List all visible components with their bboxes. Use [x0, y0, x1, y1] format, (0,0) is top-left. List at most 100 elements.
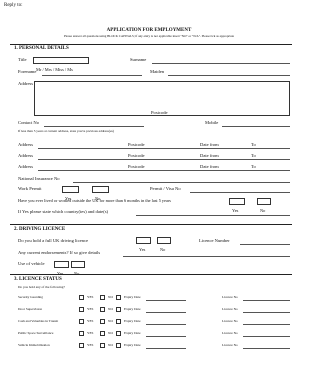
no-text: No	[160, 247, 166, 252]
mobile-field[interactable]	[222, 126, 290, 127]
section-divider	[10, 44, 292, 45]
licence-status-intro: Do you hold any of the following?	[18, 285, 65, 289]
national-insurance-field[interactable]	[73, 182, 290, 183]
national-insurance-label: National Insurance No	[18, 176, 60, 181]
mobile-label: Mobile	[205, 120, 219, 125]
expiry-date-label: Expiry Date	[124, 295, 141, 299]
licence-item-name: Public Space Surveillance	[18, 331, 54, 335]
licence-no-label: Licence No	[222, 295, 238, 299]
licence-no-checkbox[interactable]	[100, 319, 105, 324]
licence-yes-checkbox[interactable]	[79, 295, 84, 300]
no-label: NO	[108, 319, 113, 323]
contact-no-field[interactable]	[44, 126, 144, 127]
licence-extra-checkbox[interactable]	[116, 343, 121, 348]
licence-yes-checkbox[interactable]	[79, 331, 84, 336]
prev-postcode-label: Postcode	[128, 153, 145, 159]
application-form-page: { "header": { "reply_to": "Reply to:", "…	[0, 0, 298, 386]
surname-field[interactable]	[152, 63, 290, 64]
expiry-date-field[interactable]	[146, 348, 186, 349]
yes-text: Yes	[139, 247, 146, 252]
licence-item-name: Security Guarding	[18, 295, 43, 299]
licence-number-field[interactable]	[240, 244, 290, 245]
use-of-vehicle-yes-option[interactable]: Yes	[54, 261, 69, 276]
licence-extra-checkbox[interactable]	[116, 331, 121, 336]
lived-abroad-no-option[interactable]: No	[257, 198, 271, 213]
no-text: No	[260, 208, 266, 213]
work-permit-no-option[interactable]: No	[92, 186, 109, 201]
prev-postcode-label: Postcode	[128, 164, 145, 170]
yes-label: YES	[87, 331, 94, 335]
licence-no-field[interactable]	[243, 300, 290, 301]
prev-date-from-label: Date from	[200, 164, 219, 170]
work-permit-yes-option[interactable]: Yes	[62, 186, 79, 201]
prev-address-label: Address	[18, 164, 34, 169]
previous-address-note: If less than 5 years at current address,…	[18, 129, 114, 133]
licence-no-label: Licence No	[222, 319, 238, 323]
licence-yes-checkbox[interactable]	[79, 307, 84, 312]
prev-address-field[interactable]	[38, 148, 290, 149]
full-uk-licence-no-option[interactable]: No	[157, 237, 171, 252]
forename-label: Forename	[18, 69, 37, 74]
lived-abroad-question: Have you ever lived or worked outside th…	[18, 198, 171, 203]
licence-no-field[interactable]	[243, 348, 290, 349]
yes-label: YES	[87, 343, 94, 347]
maiden-field[interactable]	[168, 75, 290, 76]
expiry-date-label: Expiry Date	[124, 331, 141, 335]
licence-no-field[interactable]	[243, 336, 290, 337]
licence-item-name: Vehicle Immobilisation	[18, 343, 50, 347]
no-label: NO	[108, 295, 113, 299]
form-instructions: Please answer all questions using BLOCK …	[63, 34, 235, 38]
expiry-date-label: Expiry Date	[124, 343, 141, 347]
endorsements-question: Any current endorsements? If so give det…	[18, 250, 101, 255]
licence-no-checkbox[interactable]	[100, 307, 105, 312]
licence-no-field[interactable]	[243, 324, 290, 325]
prev-to-label: To	[251, 164, 256, 170]
prev-date-from-label: Date from	[200, 153, 219, 159]
licence-no-label: Licence No	[222, 343, 238, 347]
no-label: NO	[108, 307, 113, 311]
licence-no-label: Licence No	[222, 331, 238, 335]
licence-item-name: Door Supervision	[18, 307, 43, 311]
lived-abroad-yes-option[interactable]: Yes	[229, 198, 245, 213]
postcode-label: Postcode	[151, 110, 168, 115]
licence-item-name: Cash and Valuables in Transit	[18, 319, 59, 323]
section-personal-details-heading: 1. PERSONAL DETAILS	[14, 46, 69, 51]
expiry-date-field[interactable]	[146, 300, 186, 301]
full-uk-licence-yes-option[interactable]: Yes	[136, 237, 151, 252]
licence-no-field[interactable]	[243, 312, 290, 313]
endorsements-field[interactable]	[123, 256, 290, 257]
work-permit-label: Work Permit	[18, 186, 42, 191]
reply-to-label: Reply to:	[4, 3, 23, 8]
licence-no-checkbox[interactable]	[100, 331, 105, 336]
expiry-date-field[interactable]	[146, 336, 186, 337]
maiden-label: Maiden	[150, 69, 165, 74]
expiry-date-field[interactable]	[146, 312, 186, 313]
licence-extra-checkbox[interactable]	[116, 295, 121, 300]
licence-yes-checkbox[interactable]	[79, 319, 84, 324]
lived-abroad-details-field[interactable]	[136, 215, 290, 216]
use-of-vehicle-no-option[interactable]: No	[71, 261, 85, 276]
licence-no-checkbox[interactable]	[100, 295, 105, 300]
section-divider	[10, 274, 292, 275]
yes-label: YES	[87, 295, 94, 299]
prev-address-field[interactable]	[38, 170, 290, 171]
licence-no-label: Licence No	[222, 307, 238, 311]
contact-no-label: Contact No	[18, 120, 40, 125]
title-options-box[interactable]: Mr / Mrs / Miss / Ms	[33, 57, 89, 72]
licence-extra-checkbox[interactable]	[116, 307, 121, 312]
permit-visa-label: Permit / Visa No	[150, 186, 181, 191]
licence-no-checkbox[interactable]	[100, 343, 105, 348]
prev-address-label: Address	[18, 153, 34, 158]
forename-field[interactable]	[42, 75, 142, 76]
prev-address-field[interactable]	[38, 159, 290, 160]
no-label: NO	[108, 343, 113, 347]
permit-visa-field[interactable]	[190, 192, 290, 193]
section-licence-status-heading: 3. LICENCE STATUS	[14, 277, 62, 282]
licence-extra-checkbox[interactable]	[116, 319, 121, 324]
licence-yes-checkbox[interactable]	[79, 343, 84, 348]
expiry-date-field[interactable]	[146, 324, 186, 325]
prev-date-from-label: Date from	[200, 142, 219, 148]
yes-label: YES	[87, 319, 94, 323]
lived-abroad-followup-label: If Yes please state which country(ies) a…	[18, 209, 109, 214]
yes-text: Yes	[232, 208, 239, 213]
